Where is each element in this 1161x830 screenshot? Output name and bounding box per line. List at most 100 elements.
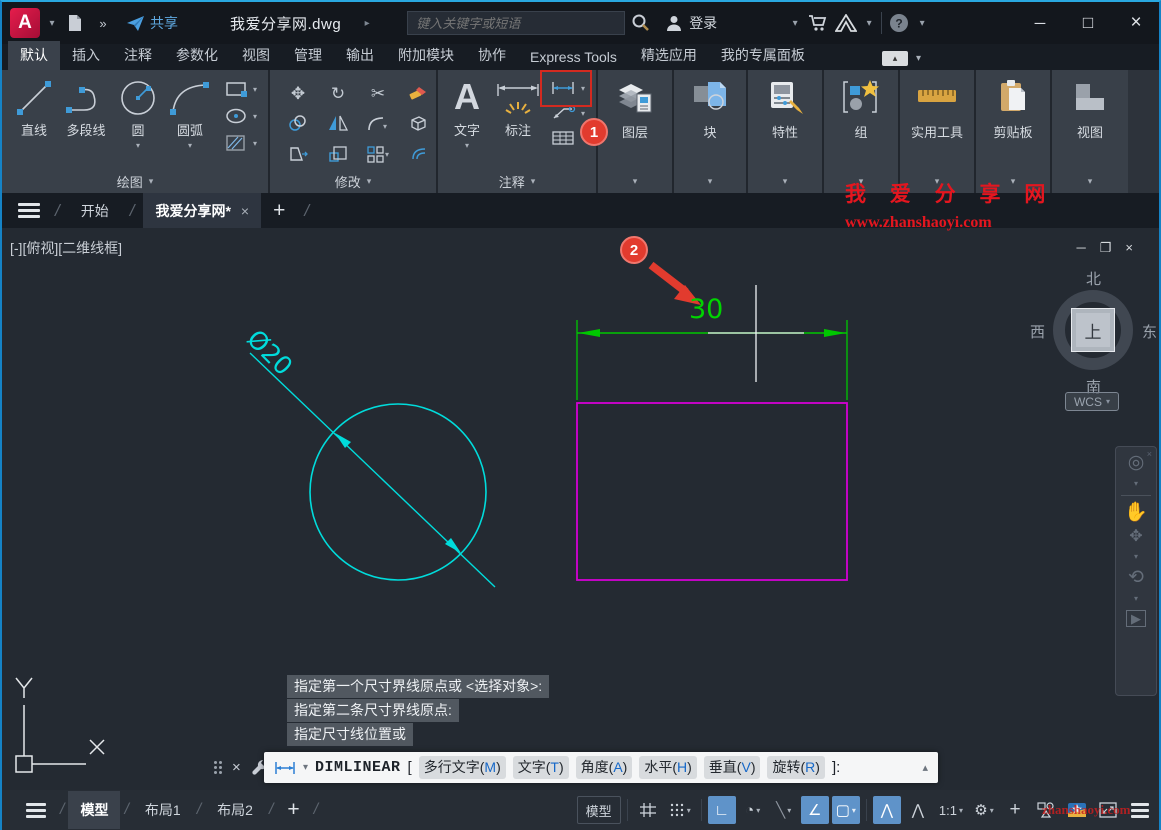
layout-menu-icon[interactable] [16,803,56,818]
arc-button[interactable]: 圆弧 ▾ [164,70,216,152]
command-option-mtext[interactable]: 多行文字(M) [419,756,506,779]
file-tab-document[interactable]: 我爱分享网* × [143,193,261,229]
navbar-close-icon[interactable]: × [1147,449,1152,459]
layout-tab-layout1[interactable]: 布局1 [133,791,193,829]
object-snap-3d-toggle[interactable]: ⋀ [873,796,901,824]
help-icon[interactable]: ? [888,12,910,34]
object-snap-tracking-toggle[interactable]: ∠ [801,796,829,824]
ribbon-tab-output[interactable]: 输出 [334,41,386,70]
drawing-canvas[interactable] [2,228,1159,790]
wcs-dropdown[interactable]: WCS▾ [1065,392,1119,411]
graphics-performance-button[interactable] [1063,796,1091,824]
command-option-rotated[interactable]: 旋转(R) [767,756,824,779]
panel-clipboard-caret[interactable]: ▾ [976,169,1050,193]
erase-button[interactable] [408,83,428,104]
ortho-toggle[interactable]: ∟ [708,796,736,824]
new-file-icon[interactable] [64,12,86,34]
viewcube-north[interactable]: 北 [1086,268,1101,289]
file-tab-close-icon[interactable]: × [241,203,249,219]
rotate-button[interactable]: ↻ [331,85,345,102]
panel-properties-caret[interactable]: ▾ [748,169,822,193]
mirror-button[interactable] [328,114,348,135]
rectangle-button[interactable]: ▾ [224,80,257,98]
command-option-vertical[interactable]: 垂直(V) [704,756,761,779]
leader-caret-icon[interactable]: ▾ [581,109,585,118]
stretch-button[interactable] [288,145,308,166]
layout-tab-layout2[interactable]: 布局2 [205,791,265,829]
file-tab-start[interactable]: 开始 [69,193,121,229]
search-input[interactable] [407,11,625,35]
annotation-monitor-button[interactable]: + [1001,796,1029,824]
panel-title-modify[interactable]: 修改▾ [270,169,436,193]
model-space-toggle[interactable]: 模型 [577,796,621,824]
ribbon-tab-express-tools[interactable]: Express Tools [518,45,629,70]
ribbon-tab-home[interactable]: 默认 [8,41,60,70]
circle-flyout-caret-icon[interactable]: ▾ [136,141,140,150]
command-close-icon[interactable]: × [232,759,241,776]
viewport-close-icon[interactable]: × [1125,240,1133,256]
panel-title-draw[interactable]: 绘图▾ [2,169,268,193]
hatch-caret-icon[interactable]: ▾ [253,139,257,148]
showmotion-icon[interactable]: ▶ [1126,610,1146,627]
layers-button[interactable]: 图层 [598,70,672,169]
annotation-scale-button[interactable]: 1:1▾ [935,796,967,824]
isolate-objects-button[interactable] [1032,796,1060,824]
linear-dimension-text[interactable]: 30 [689,294,723,325]
linear-dimension-caret-icon[interactable]: ▾ [581,84,585,93]
command-line[interactable]: ▾ DIMLINEAR [ 多行文字(M) 文字(T) 角度(A) 水平(H) … [264,752,938,783]
copy-button[interactable] [288,114,308,135]
ribbon-tab-featured-apps[interactable]: 精选应用 [629,41,709,70]
drawing-area[interactable]: [-][俯视][二维线框] ─ ❐ × 北 上 西 东 南 WCS▾ × ◎ ▾… [2,228,1159,790]
viewcube-west[interactable]: 西 [1030,321,1045,342]
new-drawing-button[interactable]: + [263,199,295,223]
title-caret-icon[interactable]: ▸ [361,18,373,29]
array-button[interactable]: ▾ [366,145,390,166]
text-button[interactable]: A 文字 ▾ [444,70,490,150]
linear-dimension-button[interactable]: ▾ [550,80,585,96]
orbit-caret-icon[interactable]: ▾ [1134,594,1138,603]
new-layout-button[interactable]: + [277,798,309,822]
panel-layers-caret[interactable]: ▾ [598,169,672,193]
view-cube[interactable]: 北 上 西 东 南 [1044,268,1144,398]
hatch-button[interactable]: ▾ [224,134,257,152]
app-menu-caret-icon[interactable]: ▾ [46,18,58,29]
viewport-minimize-icon[interactable]: ─ [1077,240,1086,256]
arc-flyout-caret-icon[interactable]: ▾ [188,141,192,150]
panel-groups-caret[interactable]: ▾ [824,169,898,193]
object-snap-toggle[interactable]: ▢▾ [832,796,860,824]
polyline-button[interactable]: 多段线 [60,70,112,152]
clipboard-button[interactable]: 剪贴板 [976,70,1050,169]
clean-screen-button[interactable] [1094,796,1122,824]
dynamic-ucs-toggle[interactable]: ⋀ [904,796,932,824]
offset-button[interactable] [408,145,428,166]
ribbon-tab-insert[interactable]: 插入 [60,41,112,70]
ribbon-tab-view[interactable]: 视图 [230,41,282,70]
navigation-wheel-icon[interactable]: ◎ [1128,453,1145,472]
ellipse-caret-icon[interactable]: ▾ [253,112,257,121]
quick-access-expand-icon[interactable]: » [92,12,114,34]
polar-tracking-toggle[interactable]: ◔▾ [739,796,767,824]
autodesk-caret-icon[interactable]: ▾ [863,18,875,29]
viewport-restore-icon[interactable]: ❐ [1100,240,1112,256]
navwheel-caret-icon[interactable]: ▾ [1134,479,1138,488]
command-drag-handle[interactable] [214,761,222,774]
command-option-text[interactable]: 文字(T) [513,756,569,779]
group-button[interactable]: 组 [824,70,898,169]
scale-button[interactable] [328,145,348,166]
sign-in-button[interactable]: 登录 [665,13,717,33]
close-button[interactable]: × [1119,8,1153,38]
snap-toggle[interactable]: ▾ [665,796,695,824]
grid-toggle[interactable] [634,796,662,824]
app-store-cart-icon[interactable] [807,12,829,34]
ribbon-tab-annotate[interactable]: 注释 [112,41,164,70]
zoom-caret-icon[interactable]: ▾ [1134,552,1138,561]
utilities-button[interactable]: 实用工具 [900,70,974,169]
panel-title-annotate[interactable]: 注释▾ [438,169,596,193]
viewcube-east[interactable]: 东 [1142,321,1157,342]
search-icon[interactable] [631,13,651,33]
ribbon-tab-collaborate[interactable]: 协作 [466,41,518,70]
ribbon-tab-parametric[interactable]: 参数化 [164,41,230,70]
ribbon-tab-custom-panel[interactable]: 我的专属面板 [709,41,817,70]
entity-diameter-dimension-line[interactable] [250,353,495,587]
maximize-button[interactable]: □ [1071,8,1105,38]
